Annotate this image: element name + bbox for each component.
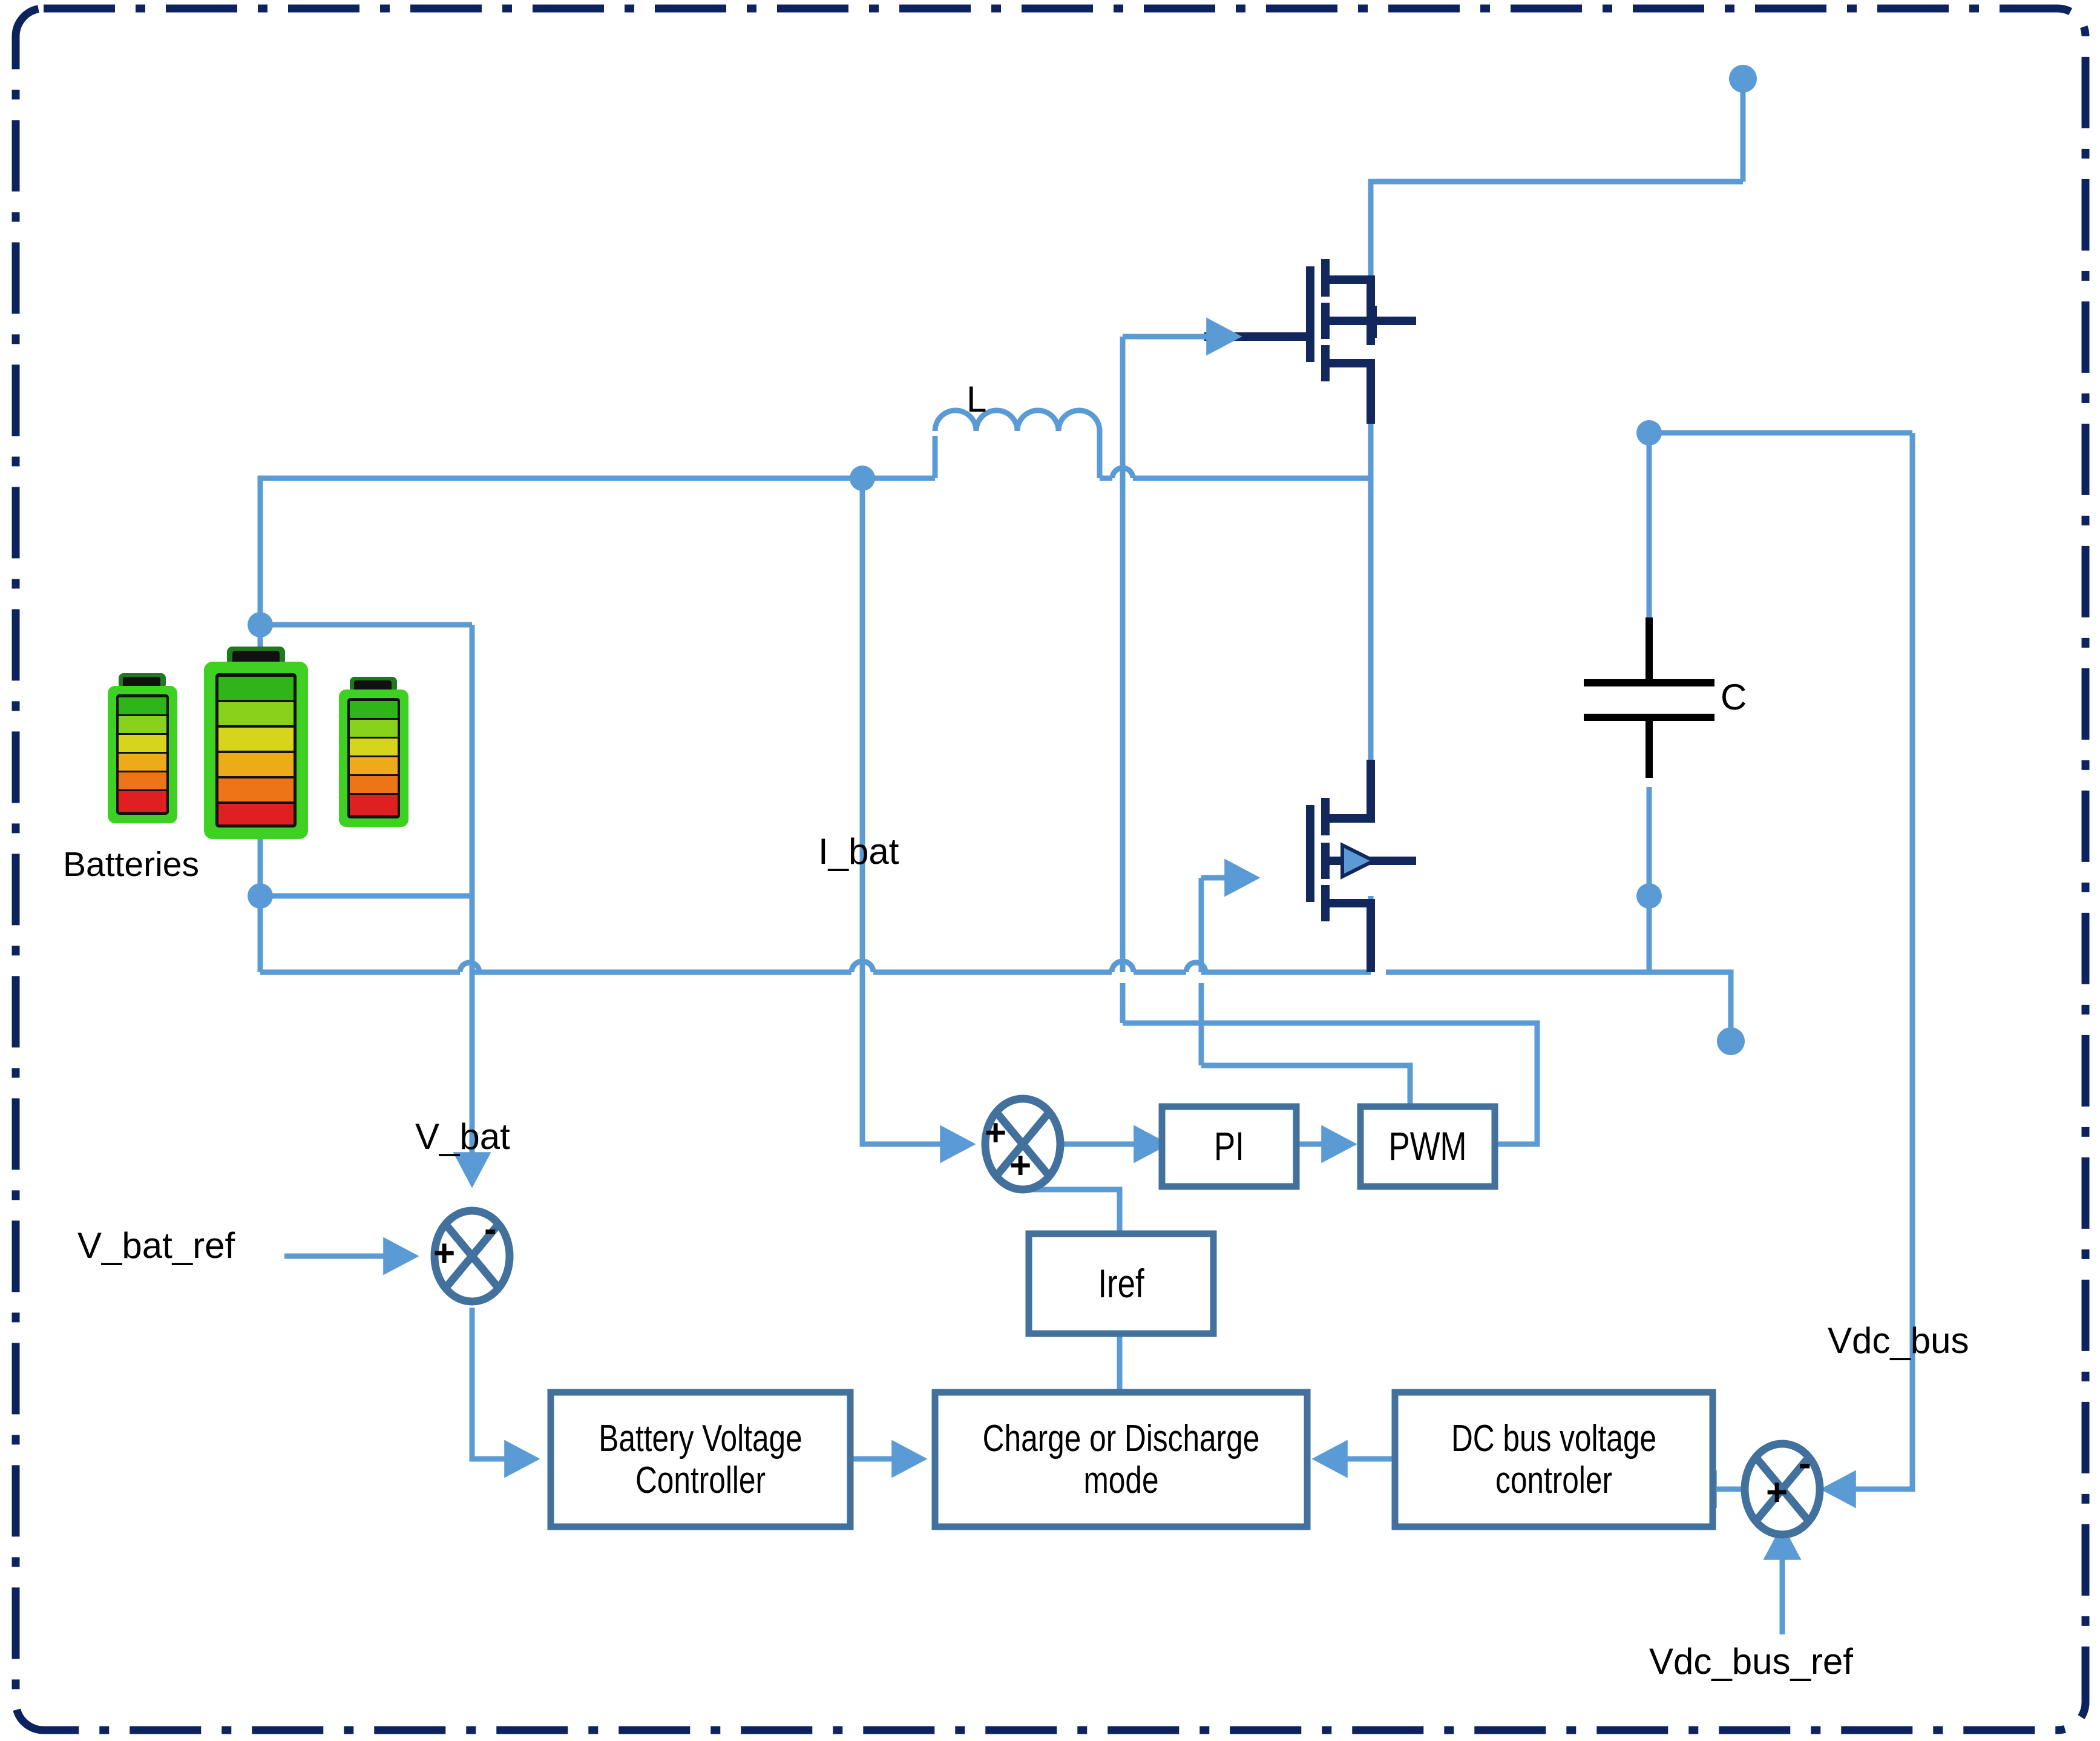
cdm-line2: mode: [1083, 1460, 1159, 1501]
vbat-summer-plus-sign: +: [433, 1233, 456, 1274]
i-bat-label: I_bat: [818, 831, 899, 872]
current-summer-plus-bottom-sign: +: [1009, 1145, 1032, 1186]
vbat-summer-minus-sign: -: [484, 1208, 497, 1250]
vdcbus-summer-plus-sign: +: [1766, 1472, 1788, 1513]
capacitor-symbol: [1584, 617, 1714, 778]
vdc-bus-ref-label: Vdc_bus_ref: [1649, 1641, 1853, 1682]
vdcbus-summer-minus-sign: -: [1799, 1443, 1811, 1484]
cdm-line1: Charge or Discharge: [982, 1417, 1260, 1460]
battery-icon-center: [204, 647, 308, 839]
dc-bus-voltage-controller-label[interactable]: DC bus voltage controler: [1427, 1392, 1681, 1527]
battery-icon-right: [339, 677, 409, 827]
junction-dots: [248, 420, 1662, 909]
dcbvc-line1: DC bus voltage: [1451, 1417, 1657, 1460]
battery-stack-icon: [108, 647, 409, 839]
battery-voltage-controller-label[interactable]: Battery Voltage Controller: [581, 1392, 821, 1527]
mosfet-high-side: [1204, 259, 1416, 424]
batteries-label: Batteries: [63, 845, 199, 884]
battery-icon-left: [108, 673, 177, 823]
mosfet-low-body-diode-arrow: [1340, 842, 1378, 880]
inductor-label: L: [966, 379, 987, 420]
v-bat-label: V_bat: [415, 1116, 510, 1157]
terminal-dot: [1717, 65, 1757, 1055]
charge-or-discharge-mode-label[interactable]: Charge or Discharge mode: [973, 1392, 1270, 1527]
bvc-line1: Battery Voltage: [599, 1417, 802, 1460]
diagram-canvas: Batteries L C I_bat V_bat V_bat_ref Vdc_…: [0, 0, 2100, 1741]
v-bat-ref-label: V_bat_ref: [77, 1225, 235, 1266]
pwm-block-label[interactable]: PWM: [1374, 1107, 1481, 1186]
iref-block-label[interactable]: Iref: [1048, 1234, 1195, 1334]
vdc-bus-label: Vdc_bus: [1828, 1320, 1969, 1361]
pi-block-label[interactable]: PI: [1175, 1107, 1283, 1186]
dcbvc-line2: controler: [1495, 1460, 1612, 1501]
bvc-line2: Controller: [635, 1460, 766, 1501]
capacitor-label: C: [1721, 677, 1747, 717]
current-summer-plus-left-sign: +: [985, 1112, 1007, 1154]
